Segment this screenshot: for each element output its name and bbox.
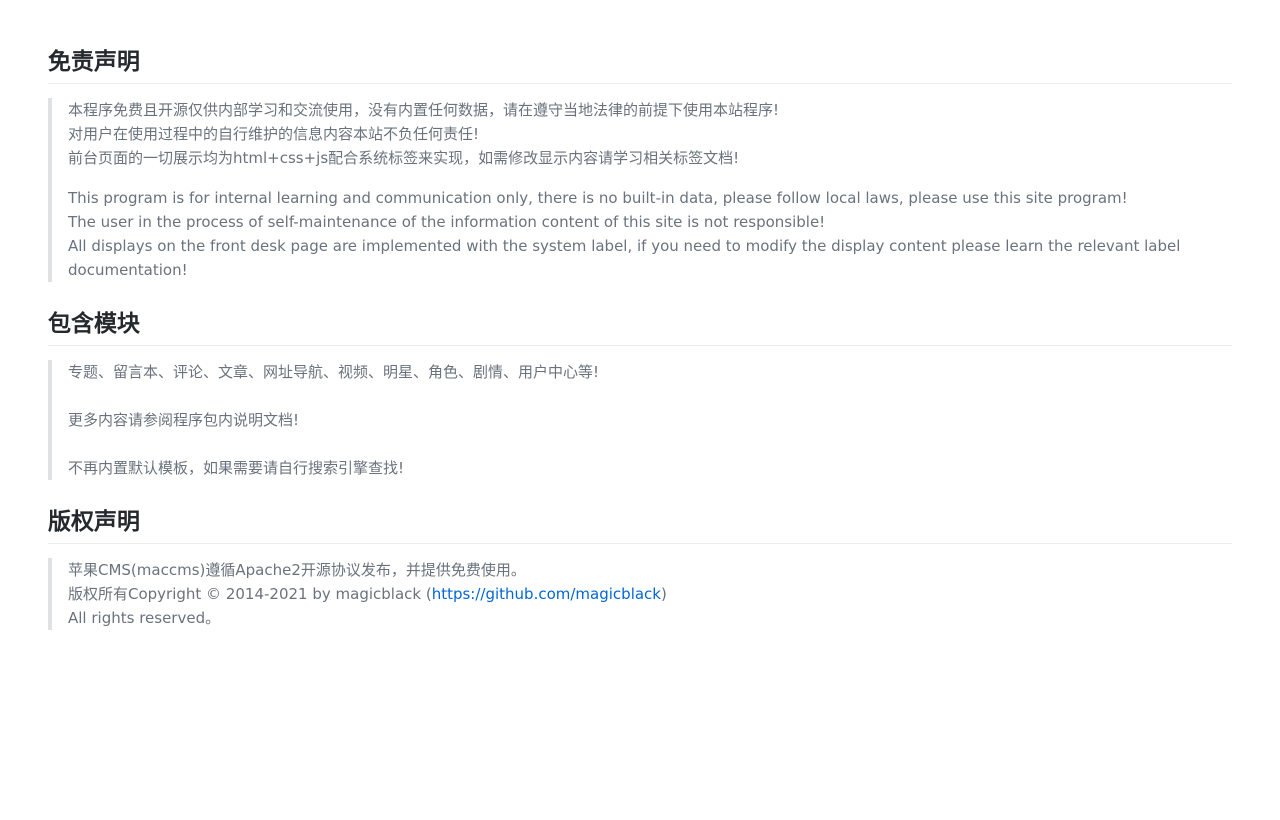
disclaimer-en-line: This program is for internal learning an… [68, 189, 1128, 207]
disclaimer-heading: 免责声明 [48, 46, 1232, 84]
disclaimer-cn-line: 前台页面的一切展示均为html+css+js配合系统标签来实现，如需修改显示内容… [68, 149, 740, 167]
modules-line: 专题、留言本、评论、文章、网址导航、视频、明星、角色、剧情、用户中心等! [68, 363, 600, 381]
modules-section: 包含模块 专题、留言本、评论、文章、网址导航、视频、明星、角色、剧情、用户中心等… [48, 308, 1232, 480]
modules-blockquote: 专题、留言本、评论、文章、网址导航、视频、明星、角色、剧情、用户中心等! 更多内… [48, 360, 1232, 480]
disclaimer-en-line: All displays on the front desk page are … [68, 237, 1181, 255]
disclaimer-en-line: The user in the process of self-maintena… [68, 213, 826, 231]
modules-line: 不再内置默认模板，如果需要请自行搜索引擎查找! [68, 459, 405, 477]
copyright-line: 苹果CMS(maccms)遵循Apache2开源协议发布，并提供免费使用。 [68, 561, 526, 579]
copyright-blockquote: 苹果CMS(maccms)遵循Apache2开源协议发布，并提供免费使用。 版权… [48, 558, 1232, 630]
disclaimer-blockquote: 本程序免费且开源仅供内部学习和交流使用，没有内置任何数据，请在遵守当地法律的前提… [48, 98, 1232, 282]
copyright-suffix: ) [661, 585, 667, 603]
disclaimer-cn-line: 本程序免费且开源仅供内部学习和交流使用，没有内置任何数据，请在遵守当地法律的前提… [68, 101, 780, 119]
page: 免责声明 本程序免费且开源仅供内部学习和交流使用，没有内置任何数据，请在遵守当地… [0, 0, 1280, 820]
copyright-line: All rights reserved。 [68, 609, 221, 627]
copyright-heading: 版权声明 [48, 506, 1232, 544]
github-link[interactable]: https://github.com/magicblack [432, 585, 661, 603]
disclaimer-en-line: documentation! [68, 261, 188, 279]
disclaimer-cn-line: 对用户在使用过程中的自行维护的信息内容本站不负任何责任! [68, 125, 480, 143]
copyright-section: 版权声明 苹果CMS(maccms)遵循Apache2开源协议发布，并提供免费使… [48, 506, 1232, 630]
modules-line: 更多内容请参阅程序包内说明文档! [68, 411, 300, 429]
disclaimer-section: 免责声明 本程序免费且开源仅供内部学习和交流使用，没有内置任何数据，请在遵守当地… [48, 46, 1232, 282]
copyright-prefix: 版权所有Copyright © 2014-2021 by magicblack … [68, 585, 432, 603]
modules-heading: 包含模块 [48, 308, 1232, 346]
copyright-line: 版权所有Copyright © 2014-2021 by magicblack … [68, 582, 1232, 606]
